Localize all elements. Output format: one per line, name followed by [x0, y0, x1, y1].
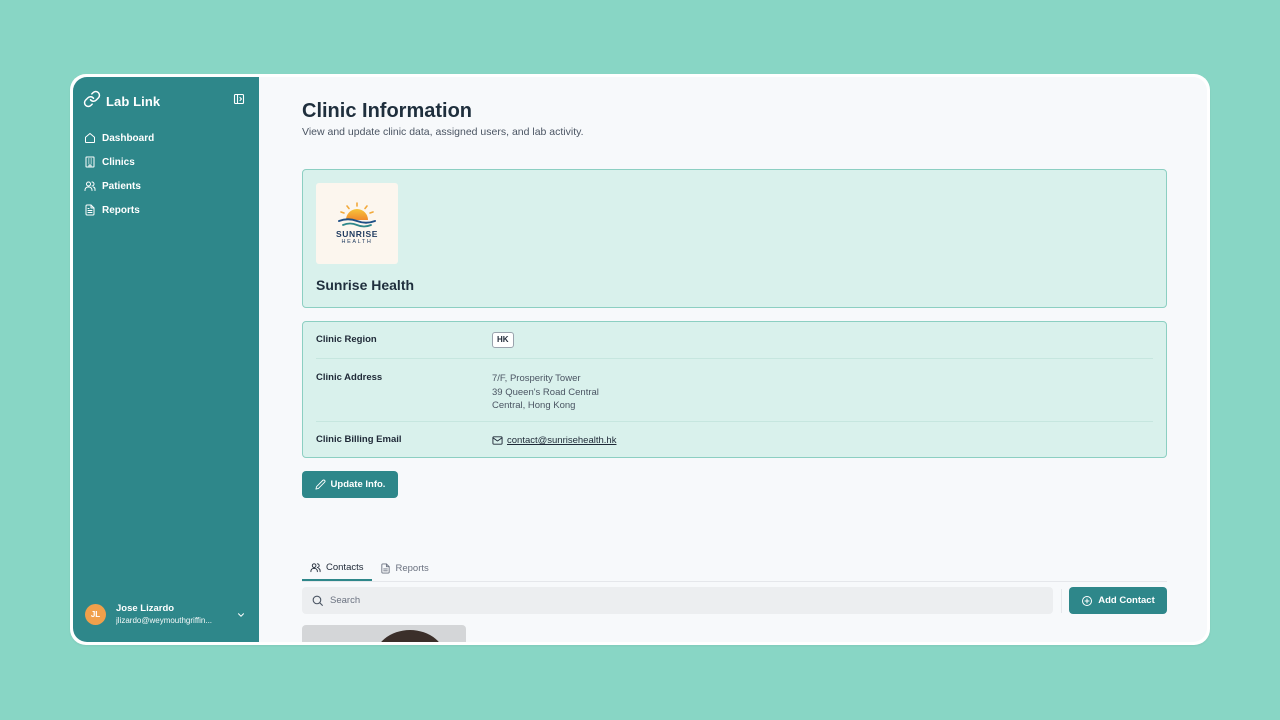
- add-contact-label: Add Contact: [1098, 595, 1155, 606]
- tabs: Contacts Reports: [302, 555, 437, 581]
- user-email: jlizardo@weymouthgriffin...: [116, 616, 213, 625]
- contact-photo: [374, 630, 446, 642]
- sidebar-item-clinics[interactable]: Clinics: [84, 150, 248, 174]
- address-line: Central, Hong Kong: [492, 400, 576, 411]
- app-frame: Lab Link Dashboard Clinics Patients Repo…: [70, 74, 1210, 645]
- app-window: Lab Link Dashboard Clinics Patients Repo…: [73, 77, 1207, 642]
- region-value: HK: [492, 332, 514, 348]
- tab-contacts[interactable]: Contacts: [302, 555, 372, 581]
- user-name: Jose Lizardo: [116, 603, 175, 614]
- home-icon: [85, 133, 95, 143]
- search-icon: [312, 595, 323, 606]
- pencil-icon: [315, 479, 325, 490]
- sidebar-collapse-button[interactable]: [232, 92, 245, 105]
- logo-text: SUNRISE: [336, 229, 378, 239]
- billing-email-link[interactable]: contact@sunrisehealth.hk: [507, 434, 616, 448]
- mail-icon: [492, 436, 503, 445]
- sidebar-item-patients[interactable]: Patients: [84, 174, 248, 198]
- sidebar-item-label: Clinics: [102, 156, 135, 168]
- billing-value: contact@sunrisehealth.hk: [492, 434, 616, 448]
- region-badge: HK: [492, 332, 514, 348]
- update-info-label: Update Info.: [330, 479, 386, 490]
- user-info: Jose Lizardo jlizardo@weymouthgriffin...: [116, 603, 235, 626]
- billing-label: Clinic Billing Email: [316, 434, 402, 445]
- region-row: Clinic Region HK: [316, 332, 1153, 359]
- link-icon: [83, 90, 101, 113]
- tab-reports[interactable]: Reports: [372, 555, 437, 581]
- users-icon: [84, 181, 96, 191]
- plus-circle-icon: [1082, 595, 1093, 606]
- toolbar-divider: [1061, 589, 1062, 613]
- clinic-logo: SUNRISE HEALTH: [316, 183, 398, 264]
- building-icon: [85, 156, 95, 168]
- billing-row: Clinic Billing Email contact@sunriseheal…: [316, 434, 1153, 452]
- address-line: 7/F, Prosperity Tower: [492, 373, 581, 384]
- file-text-icon: [380, 562, 390, 574]
- sidebar-item-dashboard[interactable]: Dashboard: [84, 126, 248, 150]
- sidebar-item-label: Reports: [102, 204, 140, 216]
- avatar: JL: [85, 604, 106, 625]
- user-menu[interactable]: JL Jose Lizardo jlizardo@weymouthgriffin…: [85, 603, 247, 626]
- page-subtitle: View and update clinic data, assigned us…: [302, 126, 584, 138]
- page-title: Clinic Information: [302, 100, 472, 122]
- region-label: Clinic Region: [316, 334, 377, 345]
- panel-left-icon: [233, 93, 244, 104]
- update-info-button[interactable]: Update Info.: [302, 471, 398, 498]
- clinic-header-card: SUNRISE HEALTH Sunrise Health: [302, 169, 1167, 308]
- clinic-details-card: Clinic Region HK Clinic Address 7/F, Pro…: [302, 321, 1167, 458]
- tab-label: Contacts: [326, 561, 364, 573]
- logo-subtext: HEALTH: [341, 239, 373, 245]
- sidebar: Lab Link Dashboard Clinics Patients Repo…: [73, 77, 259, 642]
- users-icon: [310, 562, 321, 572]
- sidebar-nav: Dashboard Clinics Patients Reports: [84, 126, 248, 222]
- address-label: Clinic Address: [316, 372, 383, 383]
- address-row: Clinic Address 7/F, Prosperity Tower 39 …: [316, 372, 1153, 422]
- file-text-icon: [85, 204, 95, 216]
- brand[interactable]: Lab Link: [83, 90, 160, 113]
- sidebar-item-label: Patients: [102, 180, 141, 192]
- sidebar-item-reports[interactable]: Reports: [84, 198, 248, 222]
- main-content: Clinic Information View and update clini…: [259, 77, 1207, 642]
- app-name: Lab Link: [106, 94, 161, 109]
- tabs-divider: [302, 581, 1167, 582]
- sunrise-logo-icon: [338, 202, 376, 228]
- address-line: 39 Queen's Road Central: [492, 386, 599, 398]
- clinic-name: Sunrise Health: [316, 277, 415, 293]
- contact-card[interactable]: [302, 625, 466, 642]
- add-contact-button[interactable]: Add Contact: [1069, 587, 1167, 614]
- search-bar: [302, 587, 1053, 614]
- address-value: 7/F, Prosperity Tower 39 Queen's Road Ce…: [492, 372, 599, 413]
- sidebar-item-label: Dashboard: [102, 132, 155, 144]
- tab-label: Reports: [395, 562, 429, 574]
- search-input[interactable]: [330, 595, 1030, 606]
- chevron-down-icon[interactable]: [235, 609, 247, 621]
